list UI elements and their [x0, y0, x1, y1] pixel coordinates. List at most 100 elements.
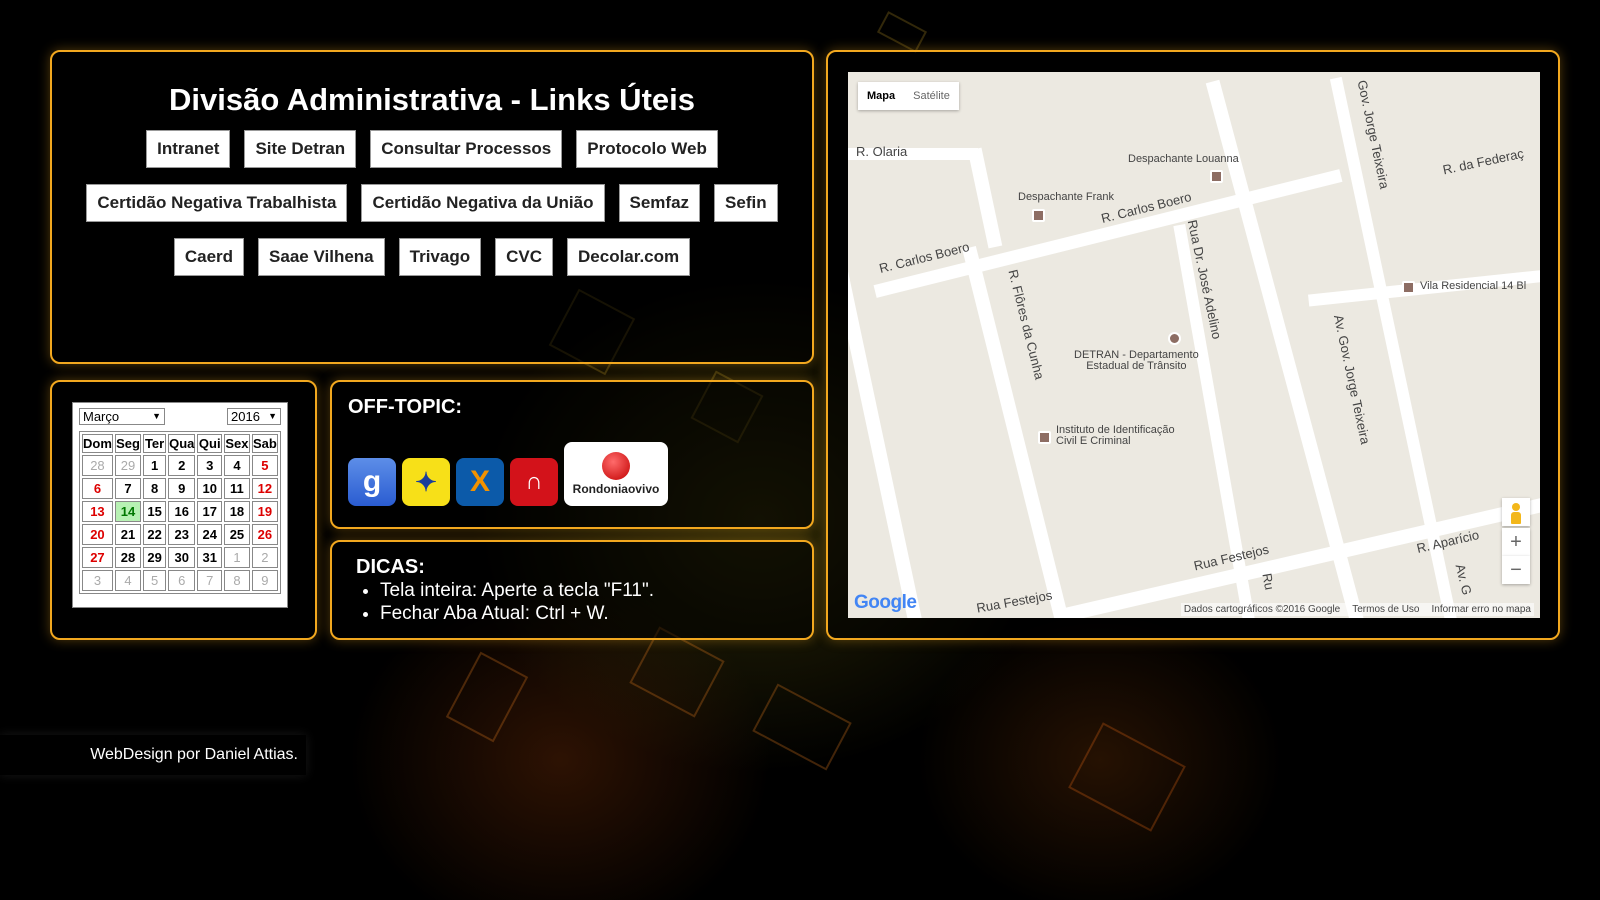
- poi-marker[interactable]: [1038, 431, 1051, 444]
- poi-marker[interactable]: [1210, 170, 1223, 183]
- calendar-day[interactable]: 29: [143, 547, 167, 568]
- calendar-day[interactable]: 10: [197, 478, 223, 499]
- calendar-day[interactable]: 15: [143, 501, 167, 522]
- map-type-map-button[interactable]: Mapa: [858, 82, 904, 110]
- calendar-day[interactable]: 5: [143, 570, 167, 591]
- weekday-header: Seg: [114, 434, 142, 453]
- calendar-day[interactable]: 5: [251, 455, 278, 476]
- calendar-day[interactable]: 27: [82, 547, 113, 568]
- calendar-day[interactable]: 6: [82, 478, 113, 499]
- calendar-day[interactable]: 20: [82, 524, 113, 545]
- protocolo-web-button[interactable]: Protocolo Web: [576, 130, 718, 168]
- poi-label: DETRAN - Departamento Estadual de Trânsi…: [1074, 349, 1199, 372]
- decolar-button[interactable]: Decolar.com: [567, 238, 691, 276]
- cvc-button[interactable]: CVC: [495, 238, 554, 276]
- map-data-credit: Dados cartográficos ©2016 Google: [1183, 604, 1341, 615]
- calendar-day[interactable]: 26: [251, 524, 278, 545]
- calendar-day[interactable]: 6: [168, 570, 196, 591]
- calendar-day[interactable]: 22: [143, 524, 167, 545]
- calendar-day[interactable]: 8: [143, 478, 167, 499]
- calendar-week-row: 27 28 29 30 31 1 2: [82, 547, 278, 568]
- calendar-day[interactable]: 7: [197, 570, 223, 591]
- calendar-day[interactable]: 21: [114, 524, 142, 545]
- dicas-list: Tela inteira: Aperte a tecla "F11". Fech…: [356, 579, 654, 625]
- calendar-day[interactable]: 30: [168, 547, 196, 568]
- weekday-header: Ter: [143, 434, 167, 453]
- certidao-uniao-button[interactable]: Certidão Negativa da União: [361, 184, 605, 222]
- zoom-in-button[interactable]: +: [1502, 528, 1530, 556]
- calendar-day[interactable]: 17: [197, 501, 223, 522]
- calendar-day[interactable]: 3: [82, 570, 113, 591]
- bradesco-icon[interactable]: ∩: [510, 458, 558, 506]
- calendar-day[interactable]: 23: [168, 524, 196, 545]
- site-detran-button[interactable]: Site Detran: [244, 130, 357, 168]
- calendar-day[interactable]: 12: [251, 478, 278, 499]
- poi-marker[interactable]: [1402, 281, 1415, 294]
- zoom-out-button[interactable]: −: [1502, 556, 1530, 584]
- calendar-day[interactable]: 14: [114, 501, 142, 522]
- weekday-header: Sab: [251, 434, 278, 453]
- calendar-day[interactable]: 28: [82, 455, 113, 476]
- poi-marker[interactable]: [1168, 332, 1181, 345]
- calendar-day[interactable]: 16: [168, 501, 196, 522]
- poi-label: Vila Residencial 14 Bl: [1420, 280, 1527, 292]
- intranet-button[interactable]: Intranet: [146, 130, 231, 168]
- calendar-day[interactable]: 4: [224, 455, 250, 476]
- calendar-day[interactable]: 31: [197, 547, 223, 568]
- calendar-day[interactable]: 1: [143, 455, 167, 476]
- calendar-day[interactable]: 19: [251, 501, 278, 522]
- calendar-day[interactable]: 3: [197, 455, 223, 476]
- street-view-pegman-icon[interactable]: [1502, 498, 1530, 526]
- links-row-3: Caerd Saae Vilhena Trivago CVC Decolar.c…: [52, 238, 812, 276]
- caixa-icon[interactable]: X: [456, 458, 504, 506]
- calendar-day[interactable]: 28: [114, 547, 142, 568]
- street-label: Ru: [1259, 572, 1278, 591]
- weekday-header: Sex: [224, 434, 250, 453]
- month-select[interactable]: Março ▼: [79, 408, 165, 425]
- calendar-day[interactable]: 18: [224, 501, 250, 522]
- calendar-day[interactable]: 29: [114, 455, 142, 476]
- weekday-header: Qui: [197, 434, 223, 453]
- map-view[interactable]: Mapa Satélite R. Olaria R. Carlos Boero …: [848, 72, 1540, 618]
- calendar-day[interactable]: 7: [114, 478, 142, 499]
- banco-do-brasil-icon[interactable]: ✦: [402, 458, 450, 506]
- map-report-link[interactable]: Informar erro no mapa: [1432, 604, 1532, 615]
- calendar-day[interactable]: 9: [251, 570, 278, 591]
- calendar-day[interactable]: 1: [224, 547, 250, 568]
- rondoniaovivo-logo-ball: [602, 452, 630, 480]
- map-type-control: Mapa Satélite: [858, 82, 959, 110]
- certidao-trabalhista-button[interactable]: Certidão Negativa Trabalhista: [86, 184, 348, 222]
- calendar-day[interactable]: 4: [114, 570, 142, 591]
- sefin-button[interactable]: Sefin: [714, 184, 778, 222]
- google-icon[interactable]: g: [348, 458, 396, 506]
- links-row-2: Certidão Negativa Trabalhista Certidão N…: [52, 184, 812, 222]
- google-logo: Google: [854, 592, 917, 613]
- dica-item: Tela inteira: Aperte a tecla "F11".: [380, 579, 654, 602]
- calendar-day[interactable]: 8: [224, 570, 250, 591]
- dica-item: Fechar Aba Atual: Ctrl + W.: [380, 602, 654, 625]
- semfaz-button[interactable]: Semfaz: [618, 184, 701, 222]
- trivago-button[interactable]: Trivago: [398, 238, 482, 276]
- calendar-day[interactable]: 25: [224, 524, 250, 545]
- page-title: Divisão Administrativa - Links Úteis: [168, 82, 695, 117]
- map-terms-link[interactable]: Termos de Uso: [1352, 604, 1419, 615]
- rondoniaovivo-icon[interactable]: Rondoniaovivo: [564, 442, 668, 506]
- street-label: R. Olaria: [856, 144, 908, 159]
- calendar-day[interactable]: 2: [251, 547, 278, 568]
- calendar-day[interactable]: 9: [168, 478, 196, 499]
- consultar-processos-button[interactable]: Consultar Processos: [370, 130, 563, 168]
- calendar-day[interactable]: 2: [168, 455, 196, 476]
- year-select[interactable]: 2016 ▼: [227, 408, 281, 425]
- calendar-day[interactable]: 11: [224, 478, 250, 499]
- calendar-day[interactable]: 24: [197, 524, 223, 545]
- calendar-week-row: 3456789: [82, 570, 278, 591]
- poi-marker[interactable]: [1032, 209, 1045, 222]
- saae-vilhena-button[interactable]: Saae Vilhena: [258, 238, 385, 276]
- street-label: R. Flôres da Cunha: [1005, 267, 1048, 382]
- weekday-header: Qua: [168, 434, 196, 453]
- calendar-day[interactable]: 13: [82, 501, 113, 522]
- map-type-satellite-button[interactable]: Satélite: [904, 82, 959, 110]
- offtopic-heading: OFF-TOPIC:: [348, 396, 463, 418]
- map-panel: Mapa Satélite R. Olaria R. Carlos Boero …: [826, 50, 1560, 640]
- caerd-button[interactable]: Caerd: [173, 238, 245, 276]
